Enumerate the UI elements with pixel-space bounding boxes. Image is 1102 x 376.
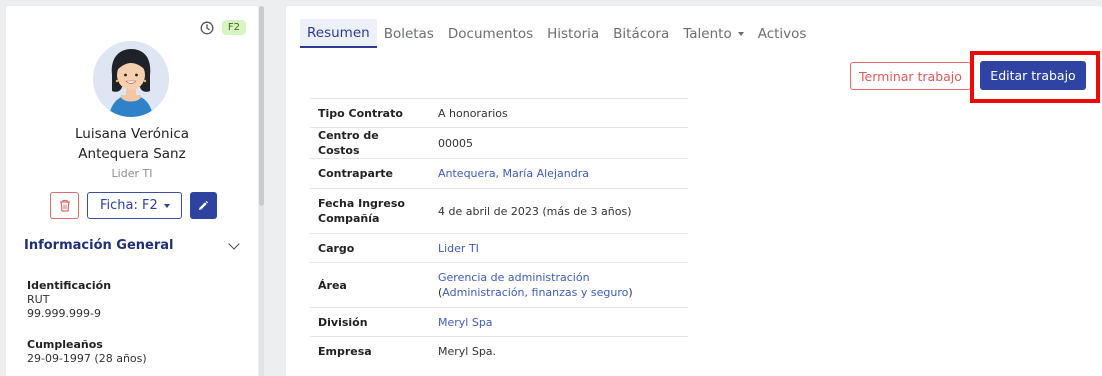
tab-historia[interactable]: Historia: [540, 19, 606, 48]
chevron-down-icon: [228, 237, 240, 250]
tab-bar: Resumen Boletas Documentos Historia Bitá…: [300, 19, 813, 48]
table-row: Tipo Contrato A honorarios: [310, 98, 688, 128]
tab-talento-label: Talento: [683, 25, 732, 42]
section-informacion-general[interactable]: Información General: [24, 237, 242, 253]
tab-documentos[interactable]: Documentos: [441, 19, 540, 48]
table-row: Área Gerencia de administración (Adminis…: [310, 262, 688, 308]
employee-name-line2: Antequera Sanz: [78, 146, 186, 162]
detail-value: 00005: [438, 136, 473, 150]
detail-key: Tipo Contrato: [318, 106, 403, 120]
field-value: 99.999.999-9: [27, 307, 101, 320]
main-panel: Resumen Boletas Documentos Historia Bitá…: [286, 6, 1102, 376]
field-value: RUT: [27, 293, 50, 306]
tab-talento[interactable]: Talento: [676, 19, 750, 48]
job-details-table: Tipo Contrato A honorarios Centro de Cos…: [310, 98, 688, 366]
detail-key: División: [318, 315, 368, 329]
scrollbar-thumb[interactable]: [259, 6, 264, 206]
field-cumpleanos: Cumpleaños 29-09-1997 (28 años): [27, 338, 147, 366]
table-row: División Meryl Spa: [310, 307, 688, 337]
scrollbar-track[interactable]: [259, 206, 264, 376]
table-row: Fecha Ingreso Compañía 4 de abril de 202…: [310, 188, 688, 234]
contraparte-link[interactable]: Antequera, María Alejandra: [430, 159, 688, 189]
employee-role: Lider TI: [111, 167, 153, 180]
detail-key: Contraparte: [318, 167, 394, 180]
detail-key: Centro de Costos: [318, 129, 379, 157]
ficha-dropdown[interactable]: Ficha: F2: [87, 192, 182, 219]
area-paren-close: ): [628, 286, 633, 299]
field-label: Cumpleaños: [27, 338, 103, 351]
avatar-illustration: [93, 41, 169, 117]
detail-key: Área: [318, 278, 347, 292]
employee-name: Luisana Verónica Antequera Sanz: [6, 124, 258, 164]
detail-value: A honorarios: [438, 106, 508, 120]
profile-card: F2 Luisana Verónica Antequera Sanz Lider…: [6, 6, 258, 376]
clock-icon[interactable]: [200, 21, 214, 35]
detail-value-area: Gerencia de administración (Administraci…: [430, 263, 688, 308]
chevron-down-icon: [737, 31, 744, 36]
trash-icon: [59, 199, 70, 212]
employee-name-line1: Luisana Verónica: [74, 126, 190, 142]
area-parent-link[interactable]: Administración, finanzas y seguro: [442, 286, 628, 299]
table-row: Centro de Costos 00005: [310, 127, 688, 159]
pencil-icon: [199, 200, 209, 210]
delete-button[interactable]: [50, 192, 79, 219]
detail-value: Meryl Spa.: [438, 344, 497, 358]
tab-bitacora[interactable]: Bitácora: [606, 19, 676, 48]
profile-actions: Ficha: F2: [50, 192, 217, 219]
cargo-link[interactable]: Lider TI: [430, 234, 688, 263]
chevron-down-icon: [163, 203, 170, 208]
division-link[interactable]: Meryl Spa: [430, 308, 688, 337]
field-value: 29-09-1997 (28 años): [27, 352, 147, 365]
edit-profile-button[interactable]: [189, 192, 217, 219]
field-identificacion: Identificación RUT 99.999.999-9: [27, 279, 111, 321]
table-row: Empresa Meryl Spa.: [310, 336, 688, 366]
ficha-label: Ficha: F2: [100, 198, 158, 213]
tab-resumen[interactable]: Resumen: [300, 19, 377, 48]
detail-key: Cargo: [318, 241, 355, 255]
table-row: Cargo Lider TI: [310, 233, 688, 263]
detail-key: Fecha Ingreso Compañía: [318, 197, 405, 225]
table-row: Contraparte Antequera, María Alejandra: [310, 158, 688, 189]
field-label: Identificación: [27, 279, 112, 292]
avatar: [93, 41, 169, 117]
detail-value: 4 de abril de 2023 (más de 3 años): [438, 204, 632, 218]
area-link[interactable]: Gerencia de administración: [438, 271, 590, 284]
tab-activos[interactable]: Activos: [751, 19, 814, 48]
detail-key: Empresa: [318, 344, 372, 358]
tab-boletas[interactable]: Boletas: [377, 19, 441, 48]
section-title: Información General: [24, 238, 174, 253]
editar-trabajo-button[interactable]: Editar trabajo: [980, 61, 1086, 90]
terminar-trabajo-button[interactable]: Terminar trabajo: [850, 62, 971, 90]
profile-top-controls: F2: [200, 20, 246, 35]
ficha-badge: F2: [221, 20, 246, 35]
